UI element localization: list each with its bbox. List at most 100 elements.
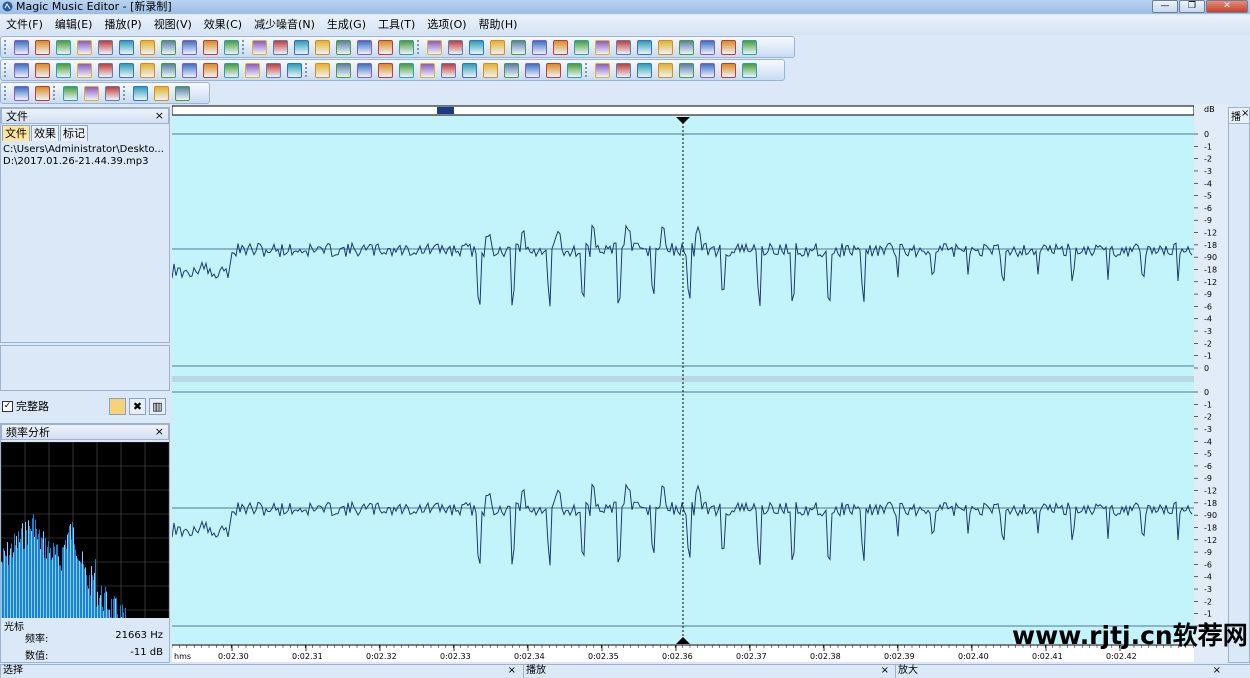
toolbar-icon[interactable] — [14, 39, 29, 55]
toolbar-icon[interactable] — [420, 62, 435, 78]
toolbar-icon[interactable] — [315, 62, 330, 78]
toolbar-icon[interactable] — [504, 62, 519, 78]
close-icon[interactable]: × — [881, 665, 889, 678]
toolbar-icon[interactable] — [161, 62, 176, 78]
toolbar-icon[interactable] — [448, 39, 463, 55]
toolbar-icon[interactable] — [56, 62, 71, 78]
toolbar-icon[interactable] — [294, 39, 309, 55]
toolbar-icon[interactable] — [490, 39, 505, 55]
tab-0[interactable]: 文件 — [2, 125, 30, 141]
waveform-area[interactable]: dB 0 -1 -2 -3 -4 -5 -6 -9 -12 -18 -90 -18 -12 -9 -6 -4 -3… — [171, 104, 1227, 662]
toolbar-icon[interactable] — [469, 39, 484, 55]
toolbar-icon[interactable] — [105, 85, 120, 101]
toolbar-icon[interactable] — [98, 62, 113, 78]
close-button[interactable]: ✕ — [1206, 0, 1248, 13]
toolbar-icon[interactable] — [203, 62, 218, 78]
toolbar-icon[interactable] — [245, 62, 260, 78]
toolbar-icon[interactable] — [14, 62, 29, 78]
file-list-item[interactable]: C:\Users\Administrator\Deskto... — [3, 144, 167, 156]
toolbar-icon[interactable] — [616, 62, 631, 78]
toolbar-icon[interactable] — [224, 62, 239, 78]
toolbar-icon[interactable] — [637, 62, 652, 78]
toolbar-icon[interactable] — [399, 39, 414, 55]
close-icon[interactable]: × — [155, 110, 164, 122]
toolbar-icon[interactable] — [427, 39, 442, 55]
toolbar-icon[interactable] — [441, 62, 456, 78]
toolbar-icon[interactable] — [154, 85, 169, 101]
toolbar-icon[interactable] — [616, 39, 631, 55]
tab-2[interactable]: 标记 — [60, 125, 88, 141]
toolbar-icon[interactable] — [658, 39, 673, 55]
toolbar-icon[interactable] — [637, 39, 652, 55]
toolbar-icon[interactable] — [700, 62, 715, 78]
toolbar-icon[interactable] — [84, 85, 99, 101]
minimize-button[interactable]: — — [1152, 0, 1178, 13]
toolbar-icon[interactable] — [133, 85, 148, 101]
menu-item-5[interactable]: 减少噪音(N) — [248, 15, 321, 35]
menu-item-6[interactable]: 生成(G) — [321, 15, 372, 35]
toolbar-icon[interactable] — [98, 39, 113, 55]
toolbar-icon[interactable] — [679, 62, 694, 78]
toolbar-icon[interactable] — [546, 62, 561, 78]
toolbar-icon[interactable] — [56, 39, 71, 55]
toolbar-icon[interactable] — [553, 39, 568, 55]
toolbar-icon[interactable] — [532, 39, 547, 55]
toolbar-icon[interactable] — [378, 39, 393, 55]
tab-1[interactable]: 效果 — [31, 125, 59, 141]
toolbar-icon[interactable] — [742, 62, 757, 78]
menu-item-3[interactable]: 视图(V) — [148, 15, 198, 35]
close-icon[interactable]: × — [508, 665, 516, 678]
toolbar-icon[interactable] — [182, 62, 197, 78]
toolbar-icon[interactable] — [574, 39, 589, 55]
toolbar-icon[interactable] — [336, 62, 351, 78]
menu-item-9[interactable]: 帮助(H) — [473, 15, 524, 35]
toolbar-icon[interactable] — [63, 85, 78, 101]
menu-item-1[interactable]: 编辑(E) — [49, 15, 99, 35]
toolbar-icon[interactable] — [595, 62, 610, 78]
toolbar-icon[interactable] — [224, 39, 239, 55]
toolbar-icon[interactable] — [266, 62, 281, 78]
toolbar-icon[interactable] — [721, 39, 736, 55]
toolbar-icon[interactable] — [357, 39, 372, 55]
toolbar-icon[interactable] — [721, 62, 736, 78]
toolbar-icon[interactable] — [182, 39, 197, 55]
toolbar-icon[interactable] — [679, 39, 694, 55]
toolbar-grip[interactable] — [4, 86, 7, 100]
toolbar-icon[interactable] — [175, 85, 190, 101]
toolbar-icon[interactable] — [119, 39, 134, 55]
delete-icon[interactable]: ✖ — [129, 397, 146, 415]
toolbar-icon[interactable] — [658, 62, 673, 78]
toolbar-icon[interactable] — [357, 62, 372, 78]
toolbar-icon[interactable] — [35, 62, 50, 78]
toolbar-icon[interactable] — [35, 85, 50, 101]
toolbar-icon[interactable] — [273, 39, 288, 55]
menu-item-4[interactable]: 效果(C) — [198, 15, 248, 35]
toolbar-icon[interactable] — [567, 62, 582, 78]
toolbar-icon[interactable] — [462, 62, 477, 78]
close-icon[interactable]: × — [1241, 108, 1249, 123]
menu-item-0[interactable]: 文件(F) — [0, 15, 49, 35]
toolbar-icon[interactable] — [35, 39, 50, 55]
toolbar-icon[interactable] — [14, 85, 29, 101]
menu-item-2[interactable]: 播放(P) — [98, 15, 147, 35]
toolbar-icon[interactable] — [119, 62, 134, 78]
toolbar-grip[interactable] — [4, 40, 7, 54]
toolbar-icon[interactable] — [511, 39, 526, 55]
toolbar-icon[interactable] — [252, 39, 267, 55]
toolbar-icon[interactable] — [161, 39, 176, 55]
toolbar-icon[interactable] — [140, 39, 155, 55]
toolbar-icon[interactable] — [287, 62, 302, 78]
overview-viewport[interactable] — [437, 107, 454, 114]
open-folder-icon[interactable] — [109, 397, 126, 415]
file-list-item[interactable]: D:\2017.01.26-21.44.39.mp3 — [3, 156, 167, 168]
trash-icon[interactable]: ▥ — [149, 397, 166, 415]
toolbar-icon[interactable] — [378, 62, 393, 78]
toolbar-icon[interactable] — [399, 62, 414, 78]
menu-item-7[interactable]: 工具(T) — [372, 15, 421, 35]
toolbar-icon[interactable] — [700, 39, 715, 55]
toolbar-icon[interactable] — [203, 39, 218, 55]
restore-button[interactable]: ❐ — [1179, 0, 1205, 13]
toolbar-icon[interactable] — [77, 62, 92, 78]
close-icon[interactable]: × — [155, 426, 164, 438]
toolbar-icon[interactable] — [77, 39, 92, 55]
